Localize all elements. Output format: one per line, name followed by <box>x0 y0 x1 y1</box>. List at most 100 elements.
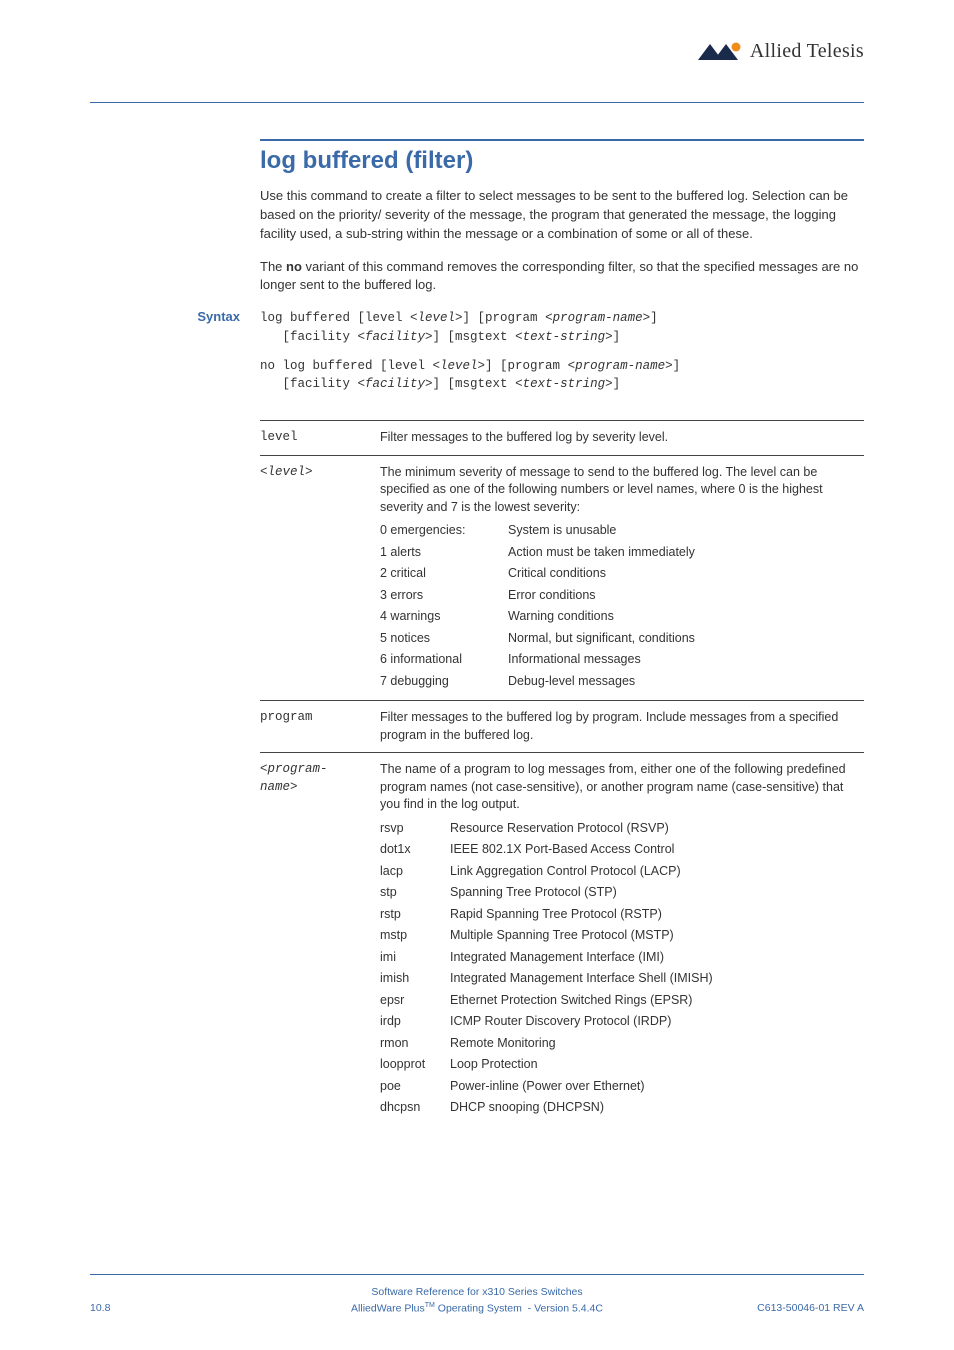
syntax-code-2: no log buffered [level <level>] [program… <box>260 357 680 395</box>
severity-desc: Normal, but significant, conditions <box>508 628 864 650</box>
severity-levels-table: 0 emergencies:System is unusable1 alerts… <box>380 520 864 692</box>
program-row: stpSpanning Tree Protocol (STP) <box>380 882 864 904</box>
program-key: irdp <box>380 1011 450 1033</box>
severity-name: 1 alerts <box>380 542 508 564</box>
parameter-table: level Filter messages to the buffered lo… <box>260 420 864 1127</box>
severity-row: 3 errorsError conditions <box>380 585 864 607</box>
program-key: mstp <box>380 925 450 947</box>
severity-row: 1 alertsAction must be taken immediately <box>380 542 864 564</box>
program-row: dot1xIEEE 802.1X Port-Based Access Contr… <box>380 839 864 861</box>
footer-ref: Software Reference for x310 Series Switc… <box>90 1285 864 1301</box>
program-row: imishIntegrated Management Interface She… <box>380 968 864 990</box>
page-footer: Software Reference for x310 Series Switc… <box>0 1274 954 1314</box>
program-arg-intro: The name of a program to log messages fr… <box>380 761 864 814</box>
program-desc: Resource Reservation Protocol (RSVP) <box>450 818 864 840</box>
intro2-suffix: variant of this command removes the corr… <box>260 259 858 293</box>
program-key: lacp <box>380 861 450 883</box>
program-desc: Integrated Management Interface Shell (I… <box>450 968 864 990</box>
param-desc: The minimum severity of message to send … <box>380 456 864 701</box>
level-arg-intro: The minimum severity of message to send … <box>380 464 864 517</box>
severity-row: 6 informationalInformational messages <box>380 649 864 671</box>
intro-paragraph-1: Use this command to create a filter to s… <box>260 187 864 244</box>
syntax-code-1: log buffered [level <level>] [program <p… <box>260 309 658 347</box>
program-row: rmonRemote Monitoring <box>380 1033 864 1055</box>
program-row: loopprotLoop Protection <box>380 1054 864 1076</box>
severity-row: 4 warningsWarning conditions <box>380 606 864 628</box>
program-row: irdpICMP Router Discovery Protocol (IRDP… <box>380 1011 864 1033</box>
param-desc: The name of a program to log messages fr… <box>380 753 864 1127</box>
table-row: program Filter messages to the buffered … <box>260 701 864 752</box>
program-desc: DHCP snooping (DHCPSN) <box>450 1097 864 1119</box>
severity-desc: System is unusable <box>508 520 864 542</box>
program-row: rsvpResource Reservation Protocol (RSVP) <box>380 818 864 840</box>
program-desc: ICMP Router Discovery Protocol (IRDP) <box>450 1011 864 1033</box>
program-key: dot1x <box>380 839 450 861</box>
program-key: rsvp <box>380 818 450 840</box>
program-desc: Spanning Tree Protocol (STP) <box>450 882 864 904</box>
param-key: level <box>260 421 380 455</box>
program-key: poe <box>380 1076 450 1098</box>
table-row: <program-name> The name of a program to … <box>260 753 864 1127</box>
severity-desc: Error conditions <box>508 585 864 607</box>
severity-name: 3 errors <box>380 585 508 607</box>
program-desc: Loop Protection <box>450 1054 864 1076</box>
severity-name: 4 warnings <box>380 606 508 628</box>
program-desc: Multiple Spanning Tree Protocol (MSTP) <box>450 925 864 947</box>
intro2-prefix: The <box>260 259 286 274</box>
program-desc: Remote Monitoring <box>450 1033 864 1055</box>
severity-name: 6 informational <box>380 649 508 671</box>
program-row: lacpLink Aggregation Control Protocol (L… <box>380 861 864 883</box>
footer-rule <box>90 1274 864 1275</box>
program-key: rmon <box>380 1033 450 1055</box>
severity-desc: Warning conditions <box>508 606 864 628</box>
severity-name: 0 emergencies: <box>380 520 508 542</box>
program-row: dhcpsnDHCP snooping (DHCPSN) <box>380 1097 864 1119</box>
severity-desc: Critical conditions <box>508 563 864 585</box>
program-key: imi <box>380 947 450 969</box>
severity-desc: Informational messages <box>508 649 864 671</box>
param-desc: Filter messages to the buffered log by s… <box>380 421 864 455</box>
severity-row: 7 debuggingDebug-level messages <box>380 671 864 693</box>
footer-doc-number: C613-50046-01 REV A <box>757 1302 864 1314</box>
param-key: <program-name> <box>260 753 380 1127</box>
program-desc: Ethernet Protection Switched Rings (EPSR… <box>450 990 864 1012</box>
program-key: loopprot <box>380 1054 450 1076</box>
program-key: rstp <box>380 904 450 926</box>
program-key: stp <box>380 882 450 904</box>
severity-row: 5 noticesNormal, but significant, condit… <box>380 628 864 650</box>
param-desc: Filter messages to the buffered log by p… <box>380 701 864 752</box>
footer-page-number: 10.8 <box>90 1302 110 1314</box>
severity-row: 0 emergencies:System is unusable <box>380 520 864 542</box>
program-key: epsr <box>380 990 450 1012</box>
table-row: level Filter messages to the buffered lo… <box>260 421 864 455</box>
severity-row: 2 criticalCritical conditions <box>380 563 864 585</box>
header-rule <box>90 102 864 103</box>
program-row: rstpRapid Spanning Tree Protocol (RSTP) <box>380 904 864 926</box>
severity-name: 5 notices <box>380 628 508 650</box>
intro2-bold: no <box>286 259 302 274</box>
program-desc: Power-inline (Power over Ethernet) <box>450 1076 864 1098</box>
severity-name: 2 critical <box>380 563 508 585</box>
param-key: <level> <box>260 456 380 701</box>
page-title: log buffered (filter) <box>260 147 864 175</box>
program-desc: Link Aggregation Control Protocol (LACP) <box>450 861 864 883</box>
severity-desc: Debug-level messages <box>508 671 864 693</box>
brand-text: Allied Telesis <box>750 40 864 63</box>
severity-name: 7 debugging <box>380 671 508 693</box>
severity-desc: Action must be taken immediately <box>508 542 864 564</box>
program-names-table: rsvpResource Reservation Protocol (RSVP)… <box>380 818 864 1119</box>
program-row: imiIntegrated Management Interface (IMI) <box>380 947 864 969</box>
program-desc: Integrated Management Interface (IMI) <box>450 947 864 969</box>
title-rule <box>260 139 864 141</box>
program-row: epsrEthernet Protection Switched Rings (… <box>380 990 864 1012</box>
program-desc: IEEE 802.1X Port-Based Access Control <box>450 839 864 861</box>
program-row: poePower-inline (Power over Ethernet) <box>380 1076 864 1098</box>
program-key: dhcpsn <box>380 1097 450 1119</box>
program-key: imish <box>380 968 450 990</box>
syntax-label: Syntax <box>90 309 260 324</box>
program-row: mstpMultiple Spanning Tree Protocol (MST… <box>380 925 864 947</box>
brand-logo: Allied Telesis <box>696 40 864 63</box>
logo-icon <box>696 42 744 62</box>
intro-paragraph-2: The no variant of this command removes t… <box>260 258 864 296</box>
program-desc: Rapid Spanning Tree Protocol (RSTP) <box>450 904 864 926</box>
